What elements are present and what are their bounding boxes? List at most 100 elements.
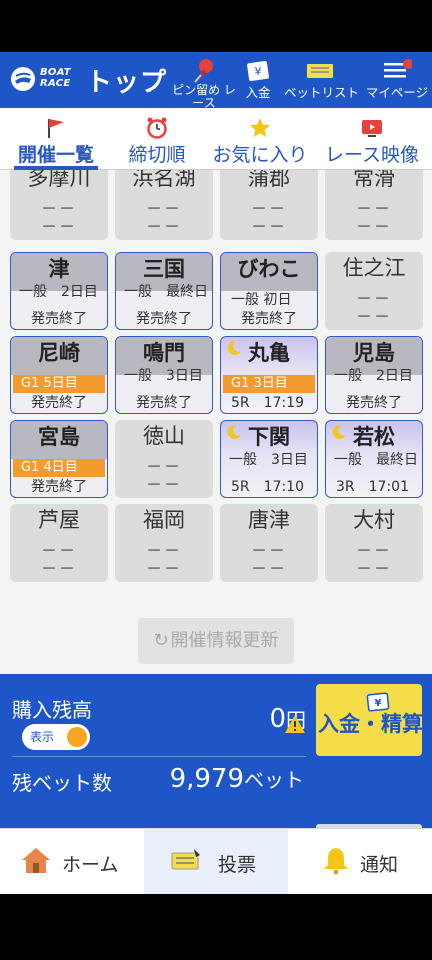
g1-grade-badge: G1 3日目 xyxy=(223,375,315,393)
deposit-nav-button[interactable]: ¥ 入金 xyxy=(236,56,280,108)
balance-visibility-toggle[interactable]: 表示 xyxy=(22,724,90,750)
venue-name: 徳山 xyxy=(143,424,185,448)
wallet-divider xyxy=(12,756,306,757)
my-page-button[interactable]: マイページ xyxy=(362,56,432,108)
race-number: 3R xyxy=(336,479,355,495)
venue-dash-1: －－ xyxy=(250,541,287,560)
pin-icon xyxy=(194,59,213,83)
boatrace-logo[interactable]: BOAT RACE xyxy=(10,64,74,94)
bets-value: 9,979 xyxy=(169,764,244,794)
sales-status: 発売終了 xyxy=(241,311,297,327)
venue-name: 浜名湖 xyxy=(132,170,196,190)
deposit-nav-label: 入金 xyxy=(245,85,271,100)
deposit-settle-button[interactable]: ¥ 入金・精算 xyxy=(316,684,422,756)
race-number: 5R xyxy=(231,395,250,411)
grade-label: 一般 xyxy=(229,452,257,468)
refresh-icon: ↻ xyxy=(153,630,169,651)
venue-card-biwako[interactable]: びわこ 一般 初日 発売終了 xyxy=(220,252,318,330)
venue-card-tokoname[interactable]: 常滑 －－ －－ xyxy=(325,170,423,240)
venue-card-tokuyama[interactable]: 徳山 －－ －－ xyxy=(115,420,213,498)
venue-card-naruto[interactable]: 鳴門 一般 3日目 発売終了 xyxy=(115,336,213,414)
venue-name: 唐津 xyxy=(248,508,290,532)
toggle-label: 表示 xyxy=(30,730,55,744)
sales-status: 発売終了 xyxy=(136,395,192,411)
g1-grade-badge: G1 5日目 xyxy=(13,375,105,393)
tab-schedule[interactable]: 開催一覧 xyxy=(8,108,104,170)
sales-status: 発売終了 xyxy=(31,395,87,411)
venue-dash-1: －－ xyxy=(145,457,182,476)
deposit-settle-label: 入金・精算 xyxy=(318,712,422,736)
flag-icon xyxy=(48,119,64,138)
venue-card-shimonoseki[interactable]: 下関 一般 3日目 5R 17:10 xyxy=(220,420,318,498)
deposit-card-icon: ¥ xyxy=(247,60,269,82)
tab-schedule-label: 開催一覧 xyxy=(17,144,94,166)
venue-name: 尼崎 xyxy=(38,341,80,365)
venue-card-gamagori[interactable]: 蒲郡 －－ －－ xyxy=(220,170,318,240)
tab-deadline[interactable]: 締切順 xyxy=(120,108,194,170)
refresh-label: 開催情報更新 xyxy=(170,630,279,651)
venue-grade: 一般 2日目 xyxy=(334,369,422,384)
venue-card-tamagawa[interactable]: 多摩川 －－ －－ xyxy=(10,170,108,240)
venue-dash-2: －－ xyxy=(40,217,77,236)
venue-card-ashiya[interactable]: 芦屋 －－ －－ xyxy=(10,504,108,582)
venue-name: 津 xyxy=(48,257,70,281)
sales-status: 発売終了 xyxy=(346,395,402,411)
refresh-venues-button[interactable]: ↻ 開催情報更新 xyxy=(138,618,294,664)
venue-card-amagasaki[interactable]: 尼崎 G1 5日目 発売終了 xyxy=(10,336,108,414)
tab-favorites[interactable]: お気に入り xyxy=(206,108,314,170)
tab-race-video-label: レース映像 xyxy=(324,144,420,166)
venue-card-suminoe[interactable]: 住之江 －－ －－ xyxy=(325,252,423,330)
next-race-info: 3R 17:01 xyxy=(336,479,418,495)
toggle-knob xyxy=(67,727,87,747)
venue-name: 児島 xyxy=(353,341,395,365)
venue-card-omura[interactable]: 大村 －－ －－ xyxy=(325,504,423,582)
venue-card-hamanako[interactable]: 浜名湖 －－ －－ xyxy=(115,170,213,240)
bet-list-button[interactable]: ベットリスト xyxy=(284,56,359,108)
venue-grade: 一般 最終日 xyxy=(124,285,212,300)
venue-dash-2: －－ xyxy=(355,217,392,236)
day-label: 最終日 xyxy=(166,284,208,300)
venue-card-kojima[interactable]: 児島 一般 2日目 発売終了 xyxy=(325,336,423,414)
venue-card-mikuni[interactable]: 三国 一般 最終日 発売終了 xyxy=(115,252,213,330)
venue-name: 芦屋 xyxy=(38,508,80,532)
venue-name: 蒲郡 xyxy=(248,170,290,190)
venue-dash-1: －－ xyxy=(250,199,287,218)
venue-dash-1: －－ xyxy=(40,199,77,218)
warning-icon[interactable] xyxy=(284,714,306,734)
nav-home[interactable]: ホーム xyxy=(0,829,144,895)
grade-label: 一般 xyxy=(334,368,362,384)
venue-grade: 一般 2日目 xyxy=(19,285,107,300)
page-title: トップ xyxy=(86,68,168,98)
venue-name: 大村 xyxy=(353,508,395,532)
day-label: 3日目 xyxy=(166,368,203,384)
venue-dash-1: －－ xyxy=(355,541,392,560)
pinned-races-button[interactable]: ピン留め レース xyxy=(172,56,236,110)
venue-name: 鳴門 xyxy=(143,341,185,365)
venue-dash-2: －－ xyxy=(355,307,392,326)
sales-status: 発売終了 xyxy=(136,311,192,327)
grade-label: 一般 xyxy=(19,284,47,300)
venue-card-fukuoka[interactable]: 福岡 －－ －－ xyxy=(115,504,213,582)
venue-dash-2: －－ xyxy=(355,559,392,578)
day-label: 2日目 xyxy=(61,284,98,300)
venue-grade: 一般 3日目 xyxy=(229,453,317,468)
status-bar xyxy=(0,0,432,52)
tab-race-video[interactable]: レース映像 xyxy=(318,108,426,170)
video-icon xyxy=(362,120,382,137)
my-page-label: マイページ xyxy=(365,85,429,100)
nav-home-label: ホーム xyxy=(62,854,119,876)
venue-card-wakamatsu[interactable]: 若松 一般 最終日 3R 17:01 xyxy=(325,420,423,498)
sales-status: 発売終了 xyxy=(31,479,87,495)
venue-card-karatsu[interactable]: 唐津 －－ －－ xyxy=(220,504,318,582)
menu-icon xyxy=(384,59,412,78)
star-icon xyxy=(250,118,270,137)
venue-dash-1: －－ xyxy=(40,541,77,560)
nav-vote[interactable]: 投票 xyxy=(144,829,288,895)
app-screen: BOAT RACE トップ ピン留め レース ¥ 入金 ベットリスト マイページ… xyxy=(0,0,432,960)
race-number: 5R xyxy=(231,479,250,495)
venue-card-miyajima[interactable]: 宮島 G1 4日目 発売終了 xyxy=(10,420,108,498)
venue-card-marugame[interactable]: 丸亀 G1 3日目 5R 17:19 xyxy=(220,336,318,414)
tab-deadline-label: 締切順 xyxy=(128,144,186,166)
venue-card-tsu[interactable]: 津 一般 2日目 発売終了 xyxy=(10,252,108,330)
nav-notifications[interactable]: 通知 xyxy=(288,829,432,895)
